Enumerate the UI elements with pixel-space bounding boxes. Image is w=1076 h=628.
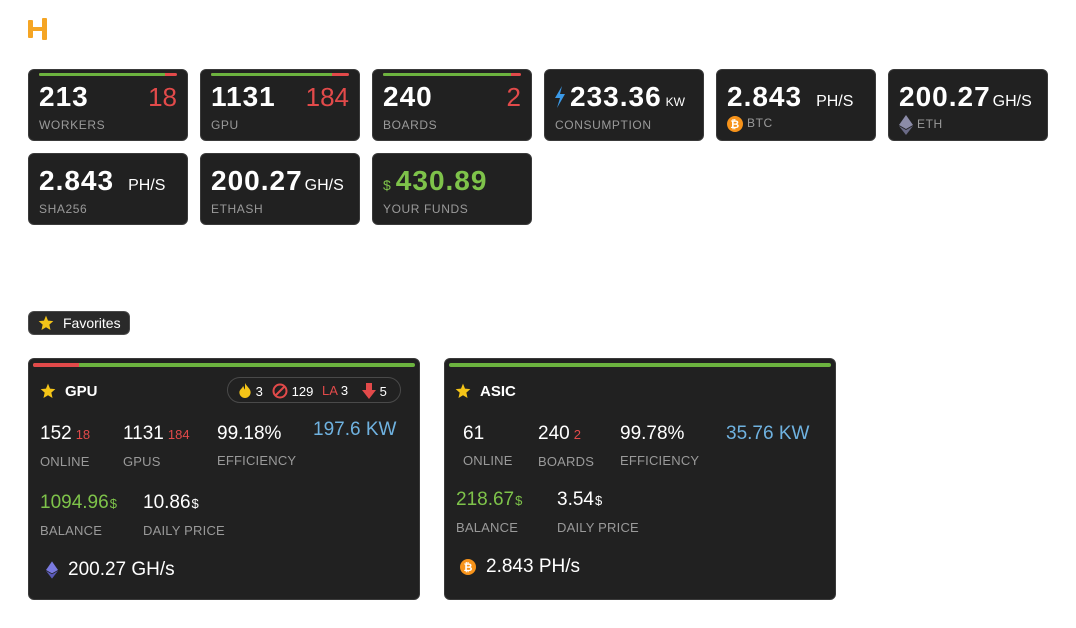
asic-balance-metric: 218.67$ BALANCE — [456, 489, 523, 535]
gpu-online-metric: 152 18 ONLINE — [40, 423, 91, 469]
eth-hashrate: 200.27 GH/S — [899, 81, 1032, 112]
gpu-label: GPU — [211, 118, 239, 132]
hive-logo-icon[interactable] — [28, 18, 50, 40]
boards-label: BOARDS — [383, 118, 438, 132]
lightning-icon — [555, 86, 565, 108]
boards-offline-count: 2 — [506, 82, 521, 112]
flame-icon — [239, 383, 251, 398]
asic-daily-price-metric: 3.54$ DAILY PRICE — [557, 489, 639, 535]
funds-stat[interactable]: $430.89 YOUR FUNDS — [372, 153, 532, 225]
gpu-stat[interactable]: 1131 184 GPU — [200, 69, 360, 141]
svg-text:₿: ₿ — [730, 118, 740, 131]
star-icon[interactable] — [455, 383, 471, 399]
workers-offline-count: 18 — [148, 82, 177, 112]
ethash-hashrate: 200.27 GH/S — [211, 165, 344, 196]
ethereum-icon — [899, 115, 913, 135]
btc-stat[interactable]: 2.843 PH/S ₿ BTC — [716, 69, 876, 141]
asic-card-health-bar — [449, 363, 831, 367]
ethereum-icon — [46, 561, 58, 579]
gpu-power-metric: 197.6 KW — [313, 419, 397, 440]
asic-farm-card[interactable]: ASIC 61 ONLINE 240 2 BOARDS 99.78% EFFICI… — [444, 358, 836, 600]
boards-stat[interactable]: 240 2 BOARDS — [372, 69, 532, 141]
asic-boards-metric: 240 2 BOARDS — [538, 423, 595, 469]
blocked-count: 129 — [291, 384, 314, 399]
sha256-hashrate: 2.843 PH/S — [39, 165, 166, 196]
gpu-offline-count: 184 — [305, 82, 349, 112]
gpu-hashrate: 200.27 GH/s — [46, 559, 175, 581]
eth-stat[interactable]: 200.27 GH/S ETH — [888, 69, 1048, 141]
gpu-gpus-metric: 1131 184 GPUS — [123, 423, 190, 469]
la-label: LA — [322, 383, 338, 398]
consumption-value: 233.36 KW — [570, 81, 685, 112]
eth-label-row: ETH — [899, 115, 943, 135]
gpu-health-bar — [211, 73, 349, 76]
star-icon — [38, 315, 54, 330]
gpu-daily-price-metric: 10.86$ DAILY PRICE — [143, 492, 225, 538]
workers-label: WORKERS — [39, 118, 106, 132]
gpu-status-summary[interactable]: 3 129 LA 3 5 — [227, 377, 401, 403]
funds-label: YOUR FUNDS — [383, 202, 469, 216]
gpu-farm-card[interactable]: GPU 3 129 LA 3 5 152 18 ONLINE 1131 184 … — [28, 358, 420, 600]
ethash-label: ETHASH — [211, 202, 264, 216]
ethash-stat[interactable]: 200.27 GH/S ETHASH — [200, 153, 360, 225]
gpu-card-title: GPU — [65, 383, 98, 400]
boards-health-bar — [383, 73, 521, 76]
bitcoin-icon: ₿ — [727, 116, 743, 132]
sha256-stat[interactable]: 2.843 PH/S SHA256 — [28, 153, 188, 225]
workers-count: 213 — [39, 81, 89, 112]
sha256-label: SHA256 — [39, 202, 88, 216]
down-count: 5 — [379, 384, 387, 399]
bitcoin-icon: ₿ — [460, 558, 476, 575]
boards-count: 240 — [383, 81, 433, 112]
btc-hashrate: 2.843 PH/S — [727, 81, 854, 112]
favorites-label: Favorites — [63, 315, 121, 331]
asic-card-title: ASIC — [480, 383, 516, 400]
gpu-balance-metric: 1094.96$ BALANCE — [40, 492, 117, 538]
svg-text:₿: ₿ — [464, 561, 473, 574]
blocked-icon — [272, 383, 288, 399]
asic-efficiency-metric: 99.78% EFFICIENCY — [620, 423, 700, 468]
asic-hashrate: ₿ 2.843 PH/s — [460, 556, 580, 578]
gpu-count: 1131 — [211, 81, 276, 112]
gpu-card-health-bar — [33, 363, 415, 367]
gpu-efficiency-metric: 99.18% EFFICIENCY — [217, 423, 297, 468]
favorites-filter[interactable]: Favorites — [28, 311, 130, 335]
hot-count: 3 — [255, 384, 263, 399]
star-icon[interactable] — [40, 383, 56, 399]
workers-stat[interactable]: 213 18 WORKERS — [28, 69, 188, 141]
btc-label-row: ₿ BTC — [727, 116, 773, 132]
arrow-down-icon — [362, 383, 376, 399]
workers-health-bar — [39, 73, 177, 76]
consumption-label: CONSUMPTION — [555, 118, 652, 132]
asic-online-metric: 61 ONLINE — [463, 423, 513, 468]
asic-power-metric: 35.76 KW — [726, 423, 810, 444]
la-count: 3 — [340, 383, 349, 398]
consumption-stat[interactable]: 233.36 KW CONSUMPTION — [544, 69, 704, 141]
funds-value: $430.89 — [383, 165, 488, 196]
